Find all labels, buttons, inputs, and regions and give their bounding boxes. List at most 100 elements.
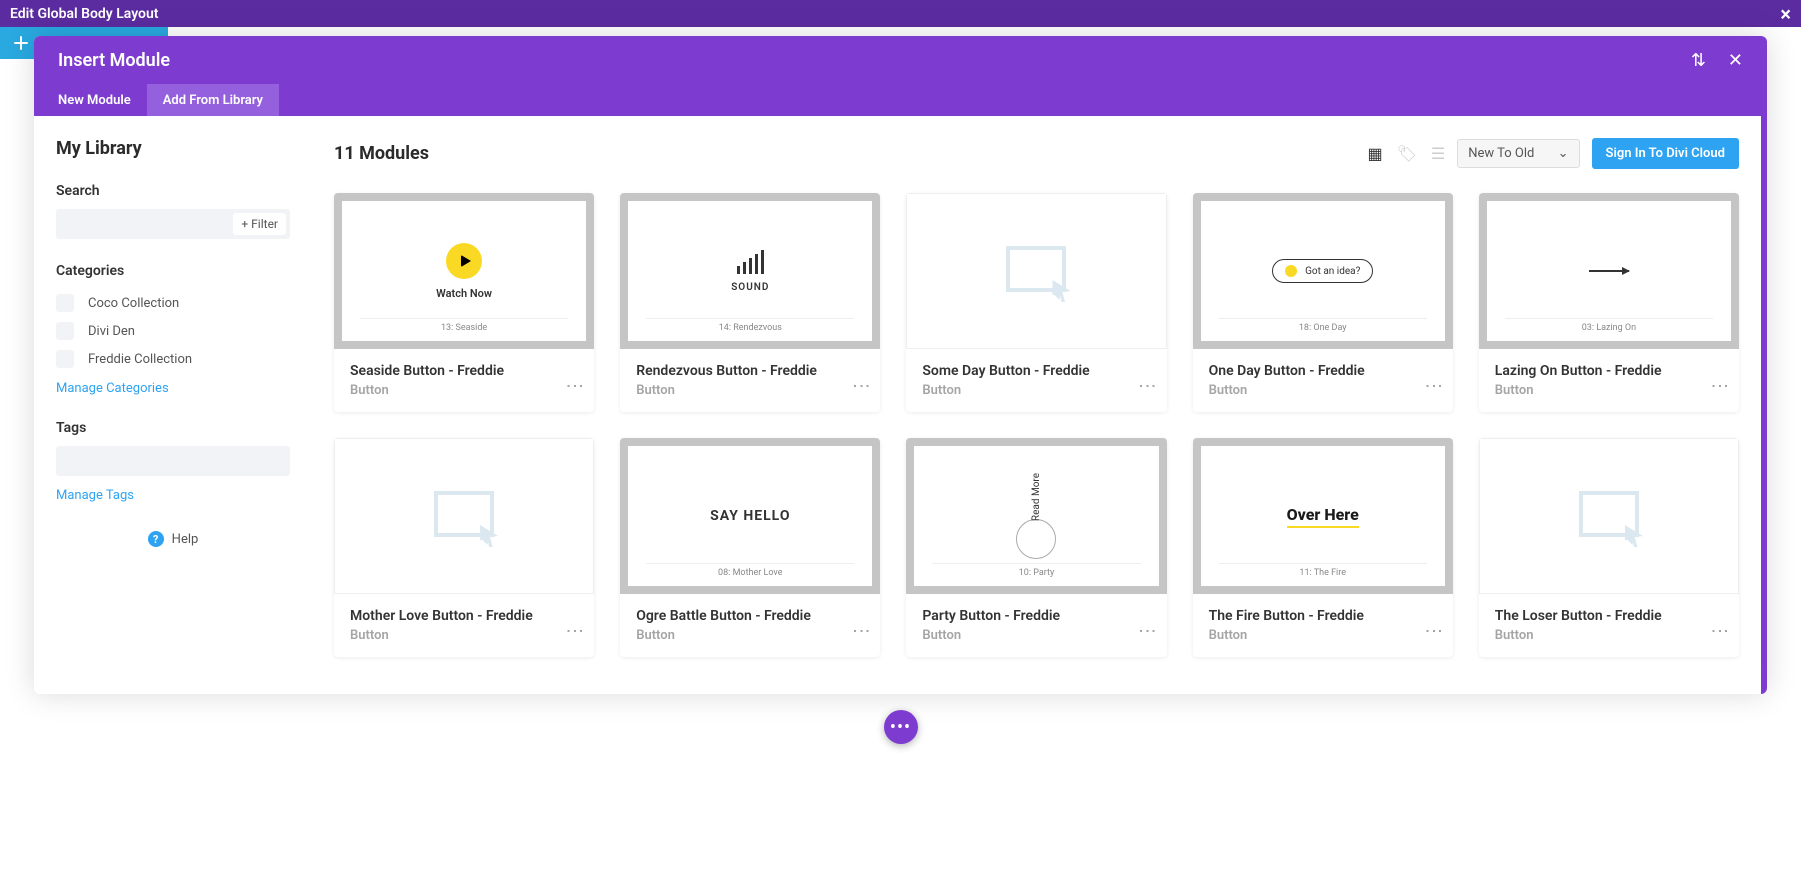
module-type: Button xyxy=(1209,628,1364,643)
module-card[interactable]: 03: Lazing On Lazing On Button - Freddie… xyxy=(1479,193,1739,412)
tab-add-from-library[interactable]: Add From Library xyxy=(147,84,279,116)
module-more-icon[interactable]: ⋮ xyxy=(1716,608,1723,638)
thumbnail-inner: Over Here 11: The Fire xyxy=(1201,446,1445,586)
preview-text: Over Here xyxy=(1287,505,1359,528)
category-checkbox[interactable] xyxy=(56,350,74,368)
module-more-icon[interactable]: ⋮ xyxy=(571,363,578,393)
modal-close-icon[interactable]: ✕ xyxy=(1728,50,1743,71)
thumbnail-inner: SOUND 14: Rendezvous xyxy=(628,201,872,341)
placeholder-icon xyxy=(1579,491,1639,541)
thumbnail-inner: Got an idea? 18: One Day xyxy=(1201,201,1445,341)
category-item[interactable]: Freddie Collection xyxy=(56,345,290,373)
card-meta: Lazing On Button - Freddie Button ⋮ xyxy=(1479,349,1739,412)
sign-in-divi-cloud-button[interactable]: Sign In To Divi Cloud xyxy=(1592,138,1739,169)
module-title: Party Button - Freddie xyxy=(922,608,1060,624)
module-more-icon[interactable]: ⋮ xyxy=(1143,363,1150,393)
module-more-icon[interactable]: ⋮ xyxy=(571,608,578,638)
sidebar-title: My Library xyxy=(56,138,290,159)
module-card[interactable]: Over Here 11: The Fire The Fire Button -… xyxy=(1193,438,1453,657)
modal-title: Insert Module xyxy=(58,50,170,71)
module-more-icon[interactable]: ⋮ xyxy=(857,363,864,393)
module-type: Button xyxy=(922,628,1060,643)
modal-header-actions: ⇅ ✕ xyxy=(1691,50,1743,71)
content-header: 11 Modules ▦ 🏷 ☰ New To Old ⌄ Sign In To… xyxy=(334,138,1739,169)
category-checkbox[interactable] xyxy=(56,294,74,312)
help-link[interactable]: ? Help xyxy=(56,531,290,547)
insert-module-modal: Insert Module ⇅ ✕ New Module Add From Li… xyxy=(34,36,1767,694)
placeholder-icon xyxy=(434,491,494,541)
thumbnail-caption: 14: Rendezvous xyxy=(646,318,854,333)
module-thumbnail xyxy=(1479,438,1739,594)
thumbnail-content xyxy=(1488,447,1730,585)
card-meta: Rendezvous Button - Freddie Button ⋮ xyxy=(620,349,880,412)
module-more-icon[interactable]: ⋮ xyxy=(1430,608,1437,638)
module-more-icon[interactable]: ⋮ xyxy=(857,608,864,638)
card-meta: The Loser Button - Freddie Button ⋮ xyxy=(1479,594,1739,657)
category-name: Freddie Collection xyxy=(88,352,192,367)
modal-header: Insert Module ⇅ ✕ xyxy=(34,36,1767,84)
circle-icon xyxy=(1016,519,1056,559)
module-type: Button xyxy=(1209,383,1365,398)
filter-button[interactable]: + Filter xyxy=(233,213,286,235)
content-area: 11 Modules ▦ 🏷 ☰ New To Old ⌄ Sign In To… xyxy=(312,116,1767,694)
modal-body: My Library Search + Filter Categories Co… xyxy=(34,116,1767,694)
module-more-icon[interactable]: ⋮ xyxy=(1143,608,1150,638)
tab-new-module[interactable]: New Module xyxy=(42,84,147,116)
thumbnail-caption: 18: One Day xyxy=(1219,318,1427,333)
thumbnail-inner xyxy=(1488,447,1730,585)
thumbnail-inner xyxy=(915,202,1157,340)
category-checkbox[interactable] xyxy=(56,322,74,340)
module-thumbnail: 03: Lazing On xyxy=(1479,193,1739,349)
module-type: Button xyxy=(350,383,504,398)
category-name: Divi Den xyxy=(88,324,135,339)
module-card[interactable]: Some Day Button - Freddie Button ⋮ xyxy=(906,193,1166,412)
thumbnail-inner: Read More 10: Party xyxy=(914,446,1158,586)
sort-dropdown[interactable]: New To Old ⌄ xyxy=(1457,139,1579,168)
module-card[interactable]: SAY HELLO 08: Mother Love Ogre Battle Bu… xyxy=(620,438,880,657)
category-item[interactable]: Divi Den xyxy=(56,317,290,345)
module-card[interactable]: SOUND 14: Rendezvous Rendezvous Button -… xyxy=(620,193,880,412)
list-view-icon[interactable]: ☰ xyxy=(1431,144,1445,163)
grid-view-icon[interactable]: ▦ xyxy=(1367,144,1382,163)
module-thumbnail: Read More 10: Party xyxy=(906,438,1166,594)
module-title: Ogre Battle Button - Freddie xyxy=(636,608,811,624)
preview-text: Watch Now xyxy=(436,287,492,300)
module-title: The Loser Button - Freddie xyxy=(1495,608,1662,624)
module-more-icon[interactable]: ⋮ xyxy=(1716,363,1723,393)
fab-more-button[interactable]: ••• xyxy=(884,710,918,744)
manage-categories-link[interactable]: Manage Categories xyxy=(56,381,290,396)
chevron-down-icon: ⌄ xyxy=(1558,146,1569,161)
category-item[interactable]: Coco Collection xyxy=(56,289,290,317)
categories-list: Coco Collection Divi Den Freddie Collectio… xyxy=(56,289,290,373)
search-input[interactable]: + Filter xyxy=(56,209,290,239)
help-icon: ? xyxy=(148,531,164,547)
preview-text: Got an idea? xyxy=(1305,266,1360,277)
content-controls: ▦ 🏷 ☰ New To Old ⌄ Sign In To Divi Cloud xyxy=(1367,138,1739,169)
module-more-icon[interactable]: ⋮ xyxy=(1430,363,1437,393)
module-card[interactable]: Got an idea? 18: One Day One Day Button … xyxy=(1193,193,1453,412)
card-meta: Seaside Button - Freddie Button ⋮ xyxy=(334,349,594,412)
module-type: Button xyxy=(350,628,533,643)
preview-text: SOUND xyxy=(731,282,769,293)
module-card[interactable]: Watch Now 13: Seaside Seaside Button - F… xyxy=(334,193,594,412)
thumbnail-caption: 10: Party xyxy=(932,563,1140,578)
module-type: Button xyxy=(1495,383,1662,398)
module-card[interactable]: Read More 10: Party Party Button - Fredd… xyxy=(906,438,1166,657)
library-sidebar: My Library Search + Filter Categories Co… xyxy=(34,116,312,694)
idea-pill: Got an idea? xyxy=(1272,259,1373,283)
module-title: Some Day Button - Freddie xyxy=(922,363,1089,379)
thumbnail-content xyxy=(915,202,1157,340)
tags-input[interactable] xyxy=(56,446,290,476)
category-name: Coco Collection xyxy=(88,296,179,311)
thumbnail-content xyxy=(343,447,585,585)
module-title: Mother Love Button - Freddie xyxy=(350,608,533,624)
module-card[interactable]: Mother Love Button - Freddie Button ⋮ xyxy=(334,438,594,657)
manage-tags-link[interactable]: Manage Tags xyxy=(56,488,290,503)
module-card[interactable]: The Loser Button - Freddie Button ⋮ xyxy=(1479,438,1739,657)
expand-icon[interactable]: ⇅ xyxy=(1691,50,1706,71)
categories-label: Categories xyxy=(56,263,290,279)
tag-view-icon[interactable]: 🏷 xyxy=(1397,144,1417,163)
top-bar-close-icon[interactable]: × xyxy=(1780,4,1791,24)
sort-value: New To Old xyxy=(1468,146,1534,161)
modal-tabs: New Module Add From Library xyxy=(34,84,1767,116)
